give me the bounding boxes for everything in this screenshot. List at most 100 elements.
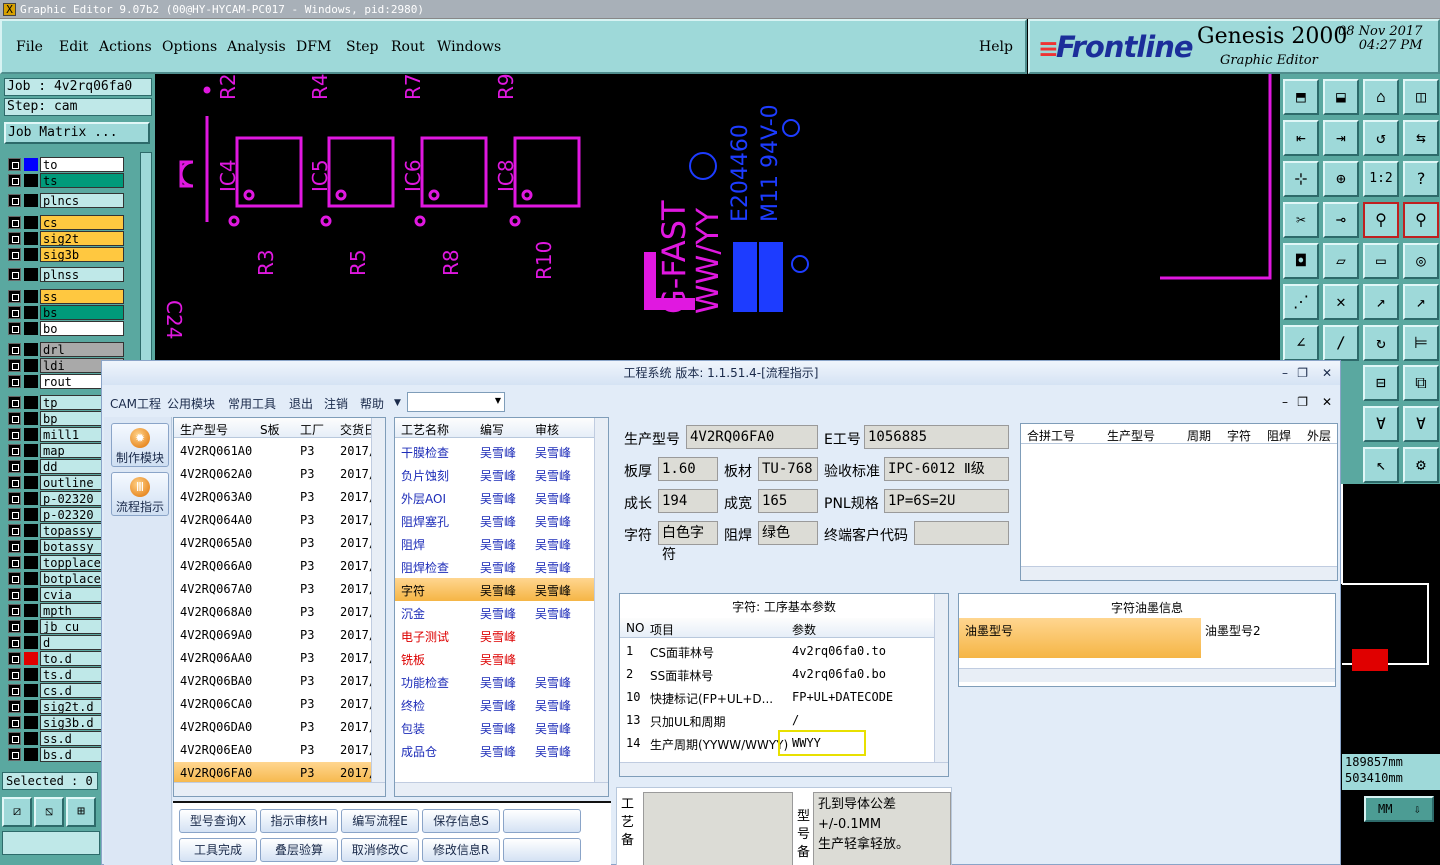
table-row[interactable]: 14 生产周期(YYWW/WWYY) WWYY xyxy=(620,730,948,756)
blank-button-1[interactable] xyxy=(503,809,581,833)
layer-checkbox[interactable] xyxy=(8,684,21,697)
inner-close-icon[interactable]: ✕ xyxy=(1322,395,1332,409)
table-row[interactable]: 4V2RQ065A0 P3 2017/ xyxy=(174,532,385,555)
layer-name[interactable]: plnss xyxy=(40,267,124,282)
table-row[interactable]: 4V2RQ061A0 P3 2017/ xyxy=(174,440,385,463)
layer-checkbox[interactable] xyxy=(8,556,21,569)
table-row[interactable]: 10 快捷标记(FP+UL+D... FP+UL+DATECODE xyxy=(620,686,948,709)
menu-analysis[interactable]: Analysis xyxy=(227,39,286,55)
layer-checkbox[interactable] xyxy=(8,476,21,489)
col-merge-mask[interactable]: 阻焊 xyxy=(1267,427,1291,444)
layer-checkbox[interactable] xyxy=(8,444,21,457)
route-icon[interactable]: ⊨ xyxy=(1403,325,1439,361)
minimize-icon[interactable]: – xyxy=(1282,361,1288,385)
settings-icon[interactable]: ⚙ xyxy=(1403,447,1439,483)
grid-tool[interactable]: ⊞ xyxy=(66,797,96,827)
table-row[interactable]: 4V2RQ069A0 P3 2017/ xyxy=(174,624,385,647)
col-merge-cycle[interactable]: 周期 xyxy=(1187,427,1211,444)
help-icon[interactable]: ? xyxy=(1403,161,1439,197)
layer-name[interactable]: ss xyxy=(40,289,124,304)
move-right-icon[interactable]: ⇥ xyxy=(1323,120,1359,156)
layer-checkbox[interactable] xyxy=(8,492,21,505)
char-field[interactable]: 白色字符 xyxy=(658,521,718,563)
fit-icon[interactable]: ⊹ xyxy=(1283,161,1319,197)
swap-icon[interactable]: ⇆ xyxy=(1403,120,1439,156)
layer-checkbox[interactable] xyxy=(8,248,21,261)
layer-name[interactable]: bs xyxy=(40,305,124,320)
layer-checkbox[interactable] xyxy=(8,540,21,553)
layer-checkbox[interactable] xyxy=(8,343,21,356)
layer-row[interactable]: drl xyxy=(6,342,124,357)
table-row[interactable]: 负片蚀刻 吴雪峰 吴雪峰 xyxy=(395,463,608,486)
params-scrollbar[interactable] xyxy=(934,594,948,764)
layer-checkbox[interactable] xyxy=(8,732,21,745)
layer-row[interactable]: plnss xyxy=(6,267,124,282)
layer-checkbox[interactable] xyxy=(8,508,21,521)
menu-windows[interactable]: Windows xyxy=(437,39,501,55)
layer-row[interactable]: sig2t xyxy=(6,231,124,246)
mask-field[interactable]: 绿色 xyxy=(758,521,818,545)
table-row[interactable]: 4V2RQ06CA0 P3 2017/ xyxy=(174,693,385,716)
table-row[interactable]: 功能检查 吴雪峰 吴雪峰 xyxy=(395,670,608,693)
layer-checkbox[interactable] xyxy=(8,652,21,665)
point-icon[interactable]: ◎ xyxy=(1403,243,1439,279)
layer-name[interactable]: sig2t xyxy=(40,231,124,246)
cut-icon[interactable]: ✂ xyxy=(1283,202,1319,238)
e-no-field[interactable]: 1056885 xyxy=(864,425,1009,449)
snapshot-icon[interactable]: ◘ xyxy=(1283,243,1319,279)
nodes-icon[interactable]: ⋰ xyxy=(1283,284,1319,320)
jobs-hscrollbar[interactable] xyxy=(174,782,385,796)
material-field[interactable]: TU-768 xyxy=(758,457,818,481)
table-row[interactable]: 4V2RQ068A0 P3 2017/ xyxy=(174,601,385,624)
triangle-icon[interactable]: Ɐ xyxy=(1363,406,1399,442)
copy-icon[interactable]: ⬒ xyxy=(1283,79,1319,115)
table-row[interactable]: 成品仓 吴雪峰 吴雪峰 xyxy=(395,739,608,762)
table-row[interactable]: 2 SS面菲林号 4v2rq06fa0.bo xyxy=(620,663,948,686)
menu-edit[interactable]: Edit xyxy=(59,39,88,55)
ruler-icon[interactable]: ▭ xyxy=(1363,243,1399,279)
layer-checkbox[interactable] xyxy=(8,700,21,713)
layer-checkbox[interactable] xyxy=(8,216,21,229)
undo-icon[interactable]: ↺ xyxy=(1363,120,1399,156)
menu-actions[interactable]: Actions xyxy=(99,39,152,55)
menu-common-tools[interactable]: 常用工具 xyxy=(228,395,276,412)
layer-checkbox[interactable] xyxy=(8,396,21,409)
col-reviewer[interactable]: 审核 xyxy=(535,421,559,438)
menu-dfm[interactable]: DFM xyxy=(296,39,331,55)
graphic-canvas[interactable]: IC4 IC5 IC6 IC8 R3 R5 R8 R10 C24 R2 R4 R… xyxy=(155,74,1280,364)
table-row[interactable]: 阻焊 吴雪峰 吴雪峰 xyxy=(395,532,608,555)
table-row[interactable]: 外层AOI 吴雪峰 吴雪峰 xyxy=(395,486,608,509)
col-item[interactable]: 项目 xyxy=(650,621,674,638)
layer-name[interactable]: drl xyxy=(40,342,124,357)
layer-checkbox[interactable] xyxy=(8,636,21,649)
snap-tool[interactable]: ⧄ xyxy=(2,797,32,827)
process-scrollbar[interactable] xyxy=(594,418,608,784)
stack-icon[interactable]: ⧉ xyxy=(1403,365,1439,401)
stackup-calc-button[interactable]: 叠层验算 xyxy=(260,838,338,862)
line-icon[interactable]: ↗ xyxy=(1363,284,1399,320)
table-row[interactable]: 沉金 吴雪峰 吴雪峰 xyxy=(395,601,608,624)
layer-name[interactable]: sig3b xyxy=(40,247,124,262)
layer-checkbox[interactable] xyxy=(8,290,21,303)
table-row[interactable]: 4V2RQ06BA0 P3 2017/ xyxy=(174,670,385,693)
menu-common-modules[interactable]: 公用模块 xyxy=(167,395,215,412)
layer-checkbox[interactable] xyxy=(8,668,21,681)
col-process[interactable]: 工艺名称 xyxy=(401,421,449,438)
delete-icon[interactable]: ✕ xyxy=(1323,284,1359,320)
query-model-button[interactable]: 型号查询X xyxy=(179,809,257,833)
process-hscrollbar[interactable] xyxy=(395,782,608,796)
table-row[interactable]: 4V2RQ063A0 P3 2017/ xyxy=(174,486,385,509)
customer-code-field[interactable] xyxy=(914,521,1009,545)
restore-icon[interactable]: ❐ xyxy=(1297,361,1308,385)
layer-row[interactable]: to xyxy=(6,157,124,172)
col-merge-outer[interactable]: 外层 xyxy=(1307,427,1331,444)
align-icon[interactable]: ⊟ xyxy=(1363,365,1399,401)
col-param[interactable]: 参数 xyxy=(792,621,816,638)
write-flow-button[interactable]: 编写流程E xyxy=(341,809,419,833)
table-row[interactable]: 1 CS面菲林号 4v2rq06fa0.to xyxy=(620,640,948,663)
layer-checkbox[interactable] xyxy=(8,375,21,388)
notes-textarea[interactable] xyxy=(643,792,793,865)
ink-hscrollbar[interactable] xyxy=(959,668,1335,682)
save-info-button[interactable]: 保存信息S xyxy=(422,809,500,833)
col-ink-model2[interactable]: 油墨型号2 xyxy=(1205,622,1261,639)
